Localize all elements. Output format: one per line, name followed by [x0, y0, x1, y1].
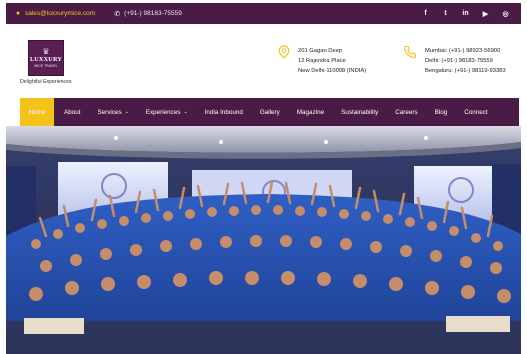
location-icon — [278, 45, 290, 59]
nav-connect-label: Connect — [464, 108, 488, 116]
logo[interactable]: ♛ LUXXURY MICE TRAVEL — [28, 40, 64, 76]
nav-experiences[interactable]: Experiences ⌄ — [146, 98, 188, 126]
nav-experiences-label: Experiences — [145, 108, 181, 116]
address-block: 201 Gagan Deep 12 Rajendra Place New Del… — [278, 45, 367, 76]
nav-india-inbound-label: India Inbound — [204, 108, 243, 116]
facebook-icon[interactable]: f — [422, 10, 429, 17]
instagram-icon[interactable]: ◎ — [502, 10, 509, 18]
phone-numbers-block: Mumbai: (+91-) 98923-56900 Delhi: (+91-)… — [403, 45, 506, 76]
nav-careers-label: Careers — [395, 108, 418, 116]
top-contact-bar: ● sales@luxxurymice.com ✆ (+91-) 98183-7… — [6, 3, 521, 24]
nav-about-label: About — [64, 108, 81, 116]
nav-india-inbound[interactable]: India Inbound — [205, 98, 243, 126]
nav-gallery[interactable]: Gallery — [260, 98, 280, 126]
phone-contact[interactable]: ✆ (+91-) 98183-75559 — [113, 10, 182, 18]
location-pin-icon: ● — [15, 10, 21, 17]
nav-gallery-label: Gallery — [259, 108, 280, 116]
nav-magazine-label: Magazine — [296, 108, 325, 116]
linkedin-icon[interactable]: in — [462, 10, 469, 17]
nav-about[interactable]: About — [64, 98, 80, 126]
logo-tagline: Delightful Experiences — [20, 79, 72, 85]
chevron-down-icon: ⌄ — [124, 109, 129, 115]
nav-home[interactable]: Home — [20, 98, 54, 126]
nav-home-label: Home — [28, 108, 46, 116]
nav-blog-label: Blog — [434, 108, 448, 116]
phone-mumbai[interactable]: Mumbai: (+91-) 98923-56900 — [425, 46, 506, 56]
hero-group-photo — [6, 126, 521, 354]
phone-link[interactable]: (+91-) 98183-75559 — [124, 10, 182, 17]
crest-icon: ♛ — [42, 47, 50, 56]
address-line1: 201 Gagan Deep — [298, 48, 343, 54]
logo-line2: MICE TRAVEL — [34, 64, 58, 68]
address-line3: New Delhi-110008 (INDIA) — [298, 68, 367, 74]
nav-services[interactable]: Services ⌄ — [97, 98, 128, 126]
main-nav: Home About Services ⌄ Experiences ⌄ Indi… — [20, 98, 519, 126]
nav-services-label: Services — [97, 108, 122, 116]
youtube-icon[interactable]: ▶ — [482, 10, 489, 18]
nav-blog[interactable]: Blog — [435, 98, 448, 126]
phone-handset-icon — [403, 45, 417, 59]
nav-connect[interactable]: Connect — [464, 98, 487, 126]
nav-magazine[interactable]: Magazine — [297, 98, 324, 126]
address-line2: 12 Rajendra Place — [298, 58, 346, 64]
site-header: ♛ LUXXURY MICE TRAVEL Delightful Experie… — [6, 24, 521, 97]
nav-careers[interactable]: Careers — [395, 98, 417, 126]
hero-image — [6, 126, 521, 354]
phone-delhi[interactable]: Delhi: (+91-) 98183-75559 — [425, 56, 506, 66]
social-links: f t in ▶ ◎ — [422, 3, 509, 24]
email-contact[interactable]: ● sales@luxxurymice.com — [14, 10, 95, 17]
chevron-down-icon: ⌄ — [183, 109, 188, 115]
phone-icon: ✆ — [114, 10, 121, 18]
twitter-icon[interactable]: t — [442, 10, 449, 17]
email-link[interactable]: sales@luxxurymice.com — [25, 10, 95, 17]
nav-sustainability[interactable]: Sustainability — [341, 98, 378, 126]
logo-line1: LUXXURY — [29, 56, 63, 63]
phone-bengaluru[interactable]: Bengaluru: (+91-) 98119-93383 — [425, 66, 506, 76]
nav-sustainability-label: Sustainability — [341, 108, 379, 116]
